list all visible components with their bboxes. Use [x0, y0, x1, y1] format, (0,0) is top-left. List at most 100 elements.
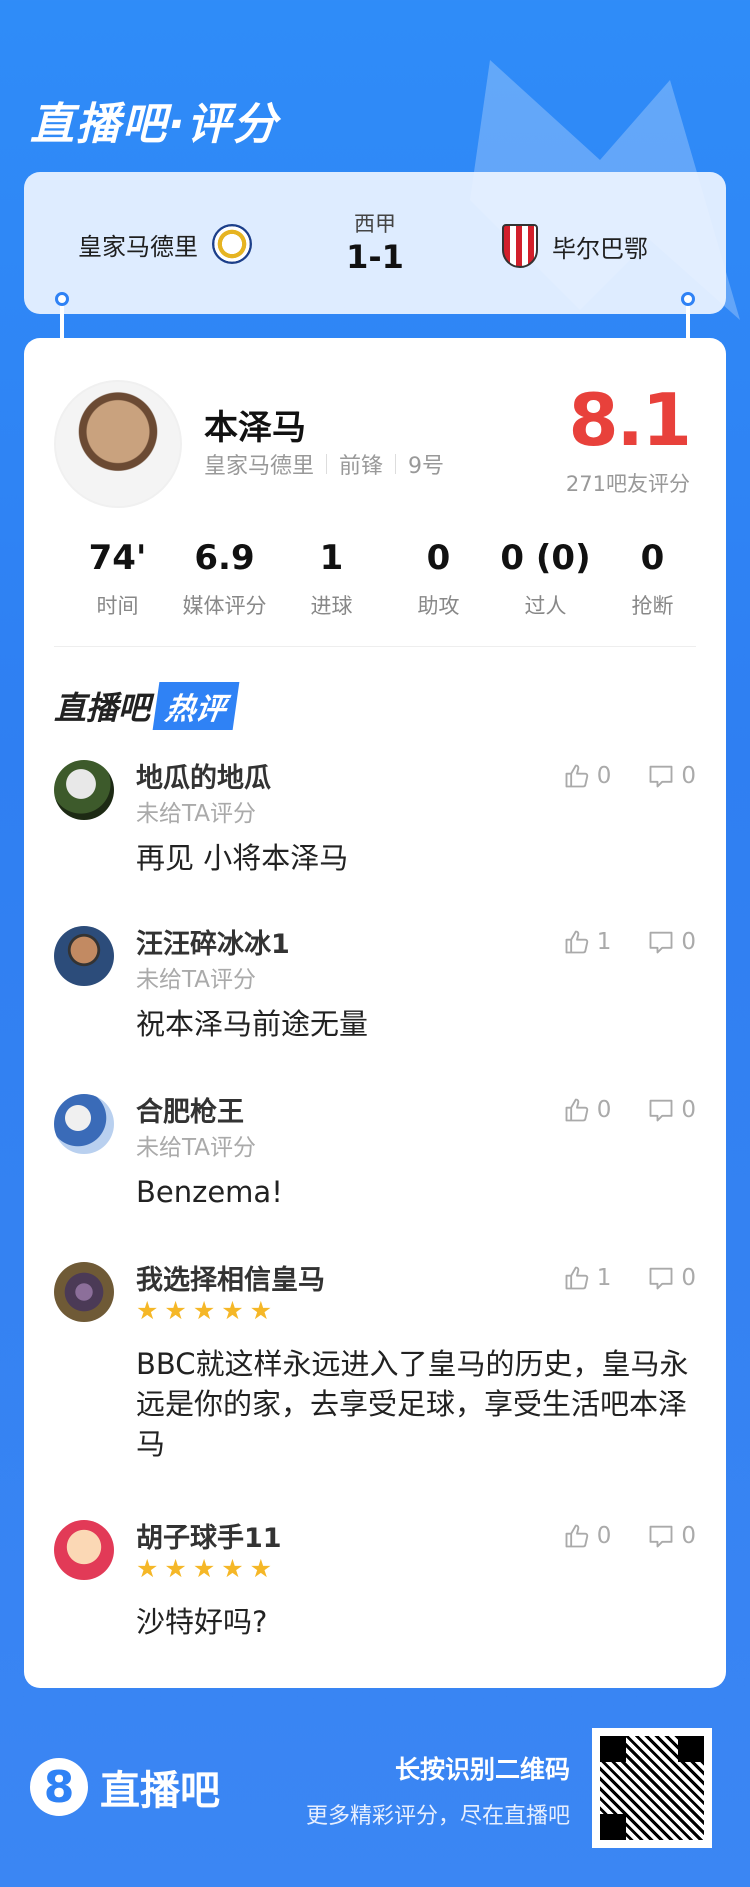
qr-cta-main: 长按识别二维码 [394, 1755, 570, 1784]
stat-dribbles: 0 (0) 过人 [492, 538, 599, 620]
footer-brand-name: 直播吧 [100, 1768, 220, 1814]
like-button[interactable]: 0 [563, 1522, 611, 1550]
stat-label: 进球 [310, 594, 353, 618]
thumbs-up-icon [565, 1266, 588, 1290]
stat-label: 时间 [96, 594, 139, 618]
section-divider [54, 646, 696, 647]
comment-star-rating: ★★★★★ [136, 1296, 279, 1325]
comment-username[interactable]: 合肥枪王 [136, 1090, 244, 1129]
athletic-bilbao-crest-icon [502, 224, 538, 268]
comment-bubble-icon [649, 765, 673, 788]
away-team[interactable]: 毕尔巴鄂 [502, 224, 648, 268]
like-button[interactable]: 1 [563, 928, 612, 956]
like-button[interactable]: 0 [563, 762, 612, 790]
hot-comments-title: 直播吧 热评 [54, 682, 240, 730]
user-avatar[interactable] [54, 760, 114, 820]
comment-item: 胡子球手11 ★★★★★ 沙特好吗? 0 0 [54, 1516, 696, 1656]
comment-item: 我选择相信皇马 ★★★★★ BBC就这样永远进入了皇马的历史，皇马永远是你的家，… [54, 1258, 696, 1478]
reply-count: 0 [681, 929, 696, 955]
like-button[interactable]: 1 [563, 1264, 612, 1292]
stat-label: 媒体评分 [182, 594, 267, 618]
stat-label: 过人 [524, 594, 567, 618]
like-count: 1 [596, 929, 612, 955]
comment-text: 祝本泽马前途无量 [136, 1007, 369, 1041]
comment-actions: 0 0 [563, 1522, 696, 1550]
connector-pin-left-top [55, 292, 69, 306]
comment-rating-status: 未给TA评分 [136, 801, 256, 827]
like-count: 1 [596, 1265, 612, 1291]
comment-username[interactable]: 汪汪碎冰冰1 [136, 922, 290, 961]
meta-separator [395, 454, 397, 474]
qr-cta-sub: 更多精彩评分，尽在直播吧 [305, 1804, 570, 1829]
user-avatar[interactable] [54, 1094, 114, 1154]
comment-username[interactable]: 地瓜的地瓜 [136, 756, 271, 795]
stat-value: 0 (0) [500, 538, 591, 578]
stat-value: 74' [88, 538, 147, 578]
comment-bubble-icon [649, 931, 673, 954]
brand-title: 直播吧·评分 [30, 99, 279, 150]
user-avatar[interactable] [54, 1520, 114, 1580]
user-avatar[interactable] [54, 926, 114, 986]
like-button[interactable]: 0 [563, 1096, 612, 1124]
stat-value: 0 [640, 538, 665, 578]
player-meta: 皇家马德里 前锋 9号 [204, 448, 444, 480]
comment-actions: 0 0 [563, 762, 696, 790]
player-number: 9号 [408, 454, 445, 479]
comment-rating-status: 未给TA评分 [136, 967, 256, 993]
stat-goals: 1 进球 [278, 538, 385, 620]
reply-button[interactable]: 0 [647, 1264, 696, 1292]
comment-username[interactable]: 胡子球手11 [136, 1516, 282, 1555]
stat-tackles: 0 抢断 [599, 538, 706, 620]
like-count: 0 [596, 1097, 612, 1123]
connector-pin-right-top [681, 292, 695, 306]
meta-separator [326, 454, 328, 474]
reply-count: 0 [681, 1265, 696, 1291]
reply-button[interactable]: 0 [647, 1522, 696, 1550]
comment-actions: 1 0 [563, 928, 696, 956]
stat-value: 0 [426, 538, 451, 578]
comment-actions: 0 0 [563, 1096, 696, 1124]
stat-label: 助攻 [417, 594, 460, 618]
footer-brand-logo[interactable]: 8 直播吧 [30, 1758, 220, 1816]
thumbs-up-icon [565, 1098, 588, 1122]
thumbs-up-icon [565, 1524, 588, 1548]
comment-star-rating: ★★★★★ [136, 1554, 279, 1583]
match-card: 皇家马德里 西甲 1-1 毕尔巴鄂 [24, 172, 726, 314]
stat-time: 74' 时间 [64, 538, 171, 620]
user-avatar[interactable] [54, 1262, 114, 1322]
reply-button[interactable]: 0 [647, 1096, 696, 1124]
qr-code-pattern [600, 1736, 704, 1840]
comment-item: 地瓜的地瓜 未给TA评分 再见 小将本泽马 0 0 [54, 756, 696, 886]
qr-code[interactable] [592, 1728, 712, 1848]
hot-title-tag: 热评 [152, 682, 240, 730]
reply-count: 0 [681, 1523, 696, 1549]
stat-assists: 0 助攻 [385, 538, 492, 620]
reply-button[interactable]: 0 [647, 928, 696, 956]
hot-title-brand: 直播吧 [54, 689, 151, 727]
comment-text: Benzema! [136, 1175, 283, 1209]
reply-button[interactable]: 0 [647, 762, 696, 790]
comment-username[interactable]: 我选择相信皇马 [136, 1258, 325, 1297]
comment-actions: 1 0 [563, 1264, 696, 1292]
reply-count: 0 [681, 763, 696, 789]
comment-rating-status: 未给TA评分 [136, 1135, 256, 1161]
stat-value: 6.9 [194, 538, 255, 578]
stat-value: 1 [319, 538, 344, 578]
comment-bubble-icon [649, 1099, 673, 1122]
reply-count: 0 [681, 1097, 696, 1123]
like-count: 0 [596, 763, 612, 789]
comment-item: 合肥枪王 未给TA评分 Benzema! 0 0 [54, 1090, 696, 1220]
stat-label: 抢断 [631, 594, 674, 618]
comment-text: 沙特好吗? [136, 1605, 268, 1639]
player-stats: 74' 时间 6.9 媒体评分 1 进球 0 助攻 0 (0) 过人 0 抢断 [64, 538, 706, 620]
player-rating: 8.1 [568, 378, 692, 462]
comment-text: BBC就这样永远进入了皇马的历史，皇马永远是你的家，去享受足球，享受生活吧本泽马 [136, 1347, 689, 1461]
player-avatar[interactable] [54, 380, 182, 508]
thumbs-up-icon [565, 764, 588, 788]
thumbs-up-icon [565, 930, 588, 954]
zhibo8-logo-icon: 8 [30, 1758, 88, 1816]
player-position: 前锋 [339, 454, 384, 479]
player-name: 本泽马 [204, 408, 306, 448]
stat-media-rating: 6.9 媒体评分 [171, 538, 278, 620]
rating-count: 271吧友评分 [565, 472, 690, 496]
